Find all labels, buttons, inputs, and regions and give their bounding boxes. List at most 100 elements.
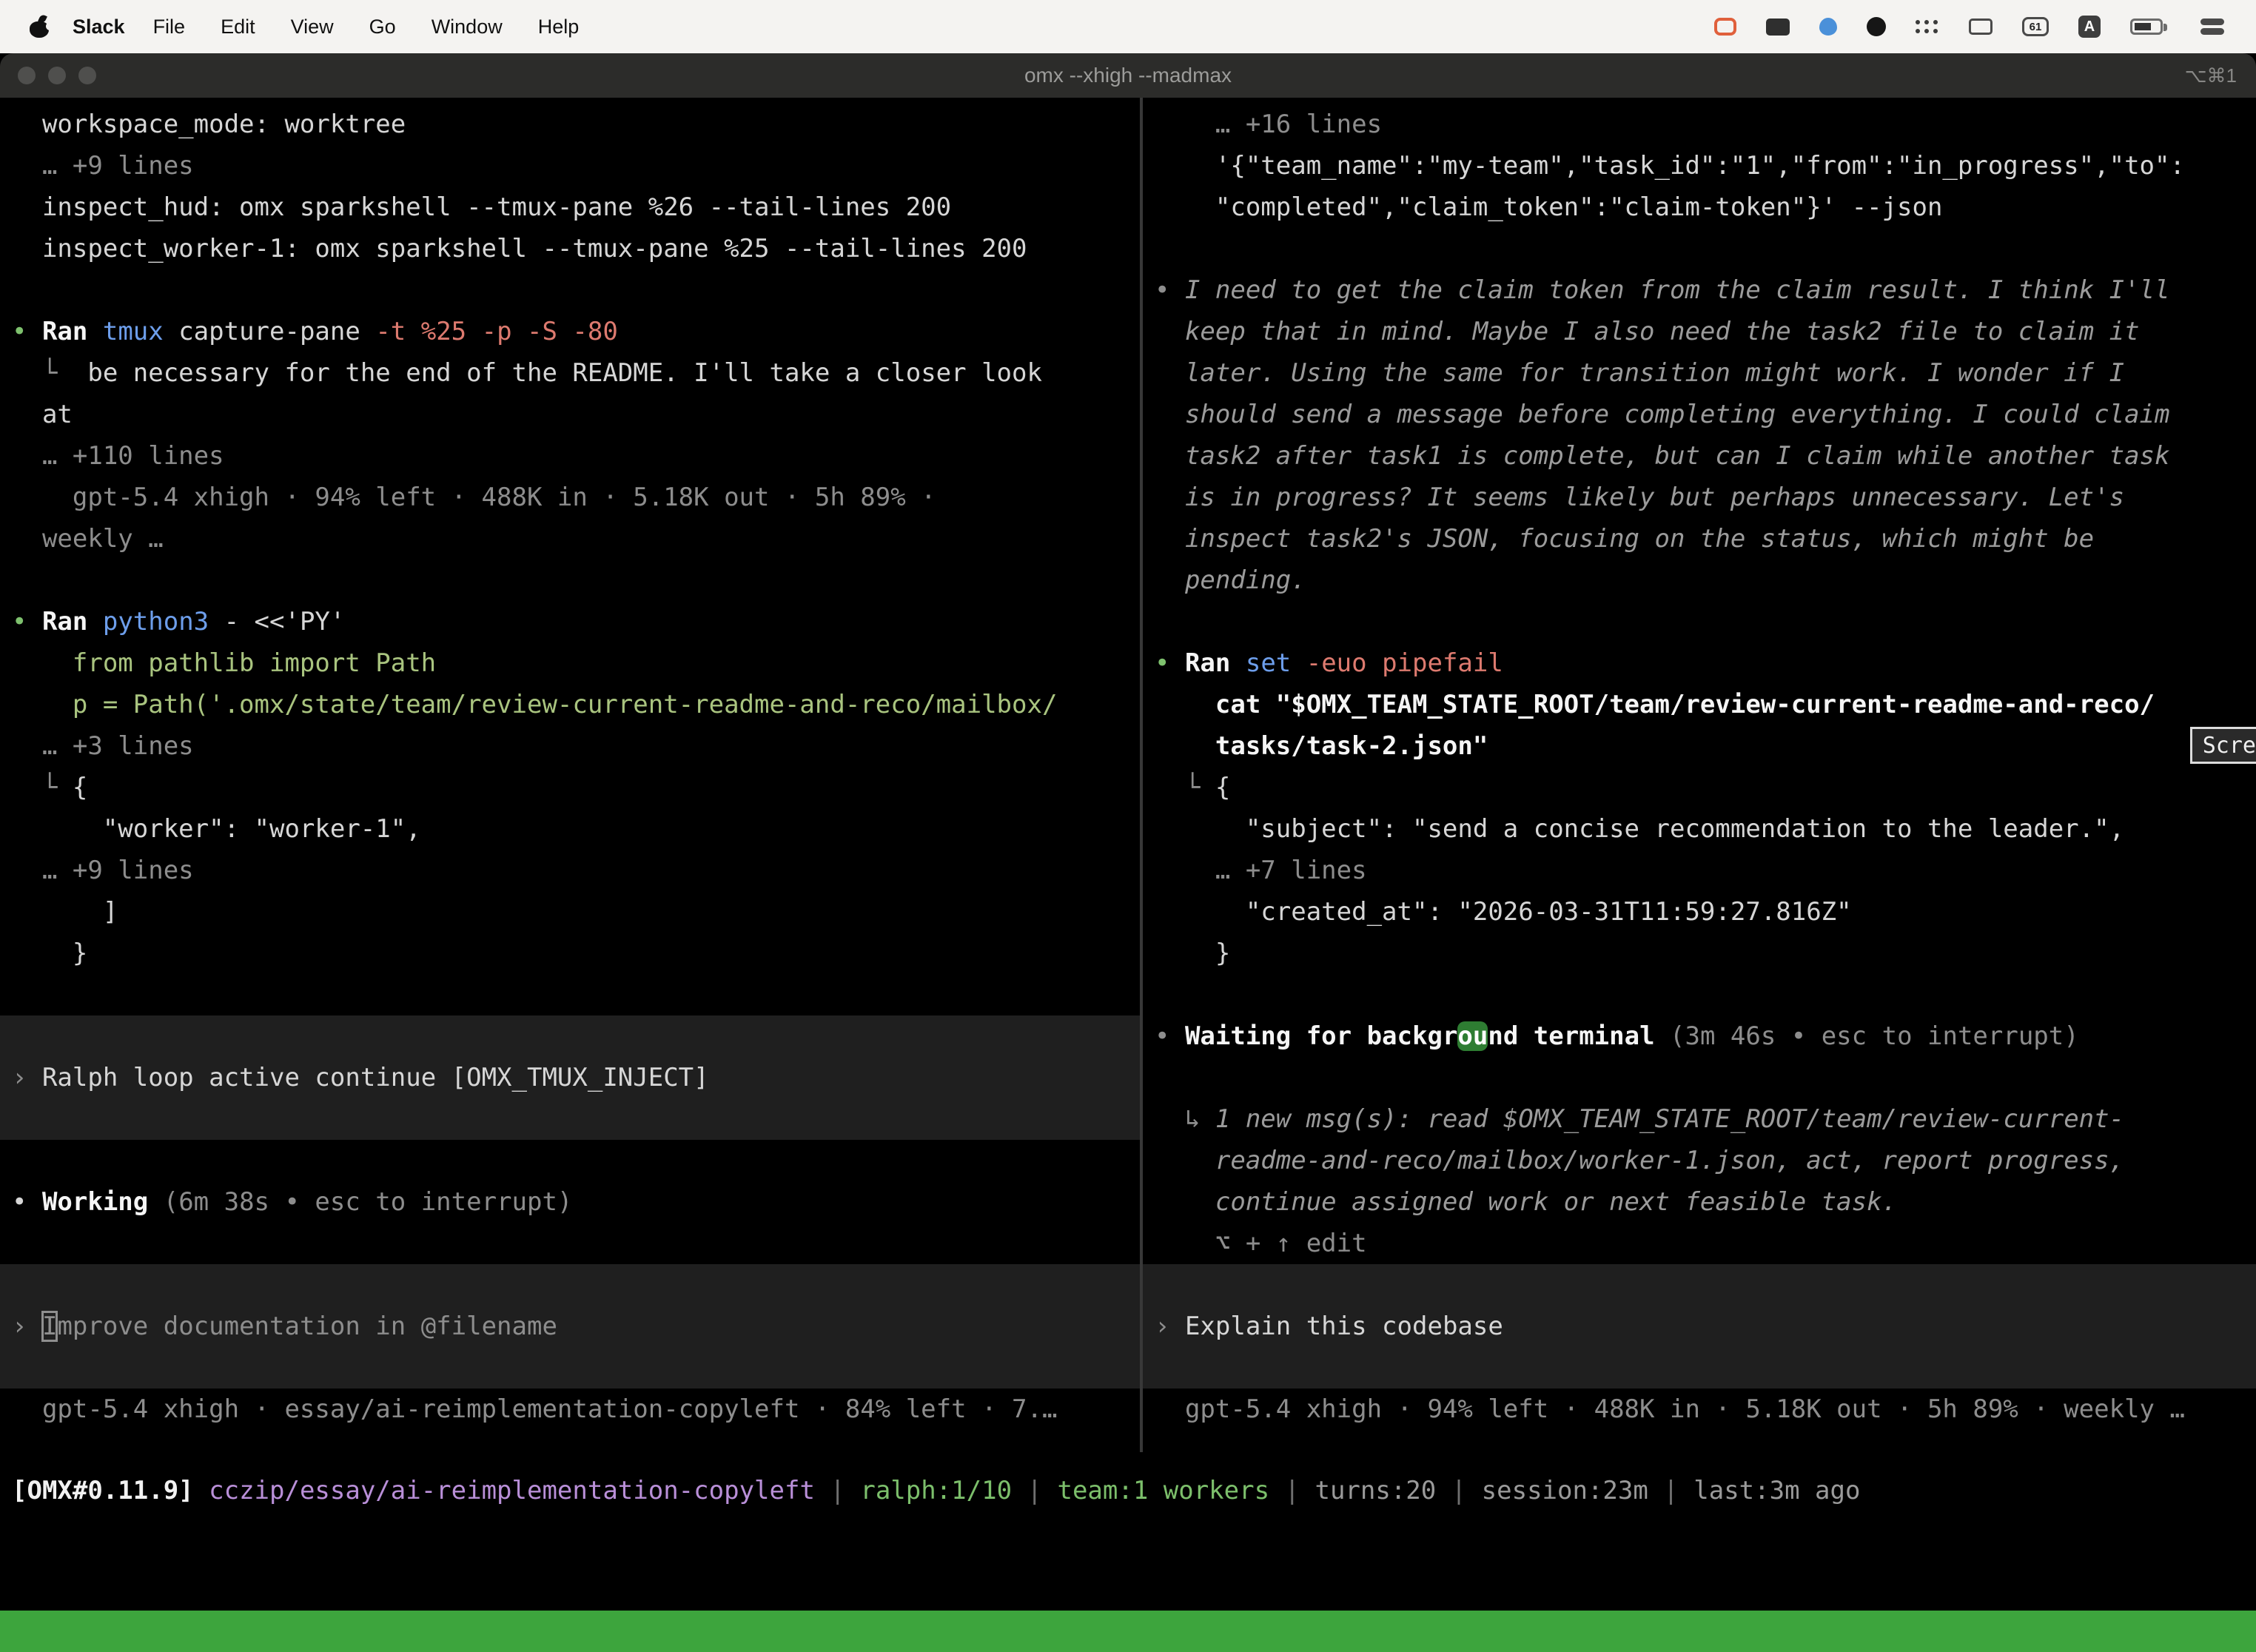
terminal-line: workspace_mode: worktree [0,104,1140,145]
text-run: workspace_mode: worktree [12,110,406,139]
prompt-input-line[interactable]: › Explain this codebase [1143,1306,2256,1347]
terminal-line [0,1223,1140,1264]
battery-icon[interactable] [2130,19,2163,35]
text-run: Explain this codebase [1185,1312,1503,1341]
text-run: Ralph loop active continue [OMX_TMUX_INJ… [42,1063,709,1092]
terminal-line: task2 after task1 is complete, but can I… [1143,435,2256,477]
tmux-status-bar: [omx-cczip0:bash* "MacBook-Pro-44.local"… [0,1611,2256,1652]
text-run: gpt-5.4 xhigh · essay/ai-reimplementatio… [12,1394,1057,1424]
window-title: omx --xhigh --madmax [0,53,2256,98]
tooltip: Scre [2190,727,2256,764]
text-run: | [815,1476,860,1505]
input-source-icon[interactable]: A [2078,16,2101,38]
text-run: └ [1155,773,1215,802]
terminal-line [0,269,1140,311]
text-run: '{"team_name":"my-team","task_id":"1","f… [1155,151,2185,181]
text-run: [OMX#0.11.9] [12,1476,194,1505]
keyboard-icon[interactable] [1969,19,1993,35]
text-run: (3m 46s • esc to interrupt) [1655,1021,2079,1051]
text-run: Working [42,1187,148,1217]
text-run: › [12,1063,42,1092]
menubar-status-icons: 61 A [1714,16,2237,38]
terminal-line [0,1098,1140,1140]
terminal-line: tasks/task-2.json" [1143,725,2256,767]
text-run: ou [1457,1021,1488,1051]
active-app-name[interactable]: Slack [73,16,125,38]
omx-status-line: [OMX#0.11.9] cczip/essay/ai-reimplementa… [0,1470,2256,1511]
text-run: └ [12,358,87,388]
circle-app-icon[interactable] [1867,17,1886,36]
text-run: capture-pane [164,317,376,346]
menu-item-help[interactable]: Help [538,16,580,38]
menu-bar: Slack File Edit View Go Window Help 61 A [0,0,2256,53]
text-run: continue assigned work or next feasible … [1155,1187,1897,1217]
text-run: python3 [103,607,209,637]
text-run: | [1648,1476,1693,1505]
terminal-line: inspect_hud: omx sparkshell --tmux-pane … [0,187,1140,228]
text-run: -t %25 -p -S -80 [375,317,618,346]
text-run: Waiting for backgr [1185,1021,1457,1051]
menu-item-go[interactable]: Go [369,16,396,38]
terminal-line [0,1347,1140,1389]
terminal-line [1143,1057,2256,1098]
menu-item-edit[interactable]: Edit [221,16,255,38]
prompt-input-line[interactable]: › Improve documentation in @filename [0,1306,1140,1347]
dots-grid-icon[interactable] [1916,19,1939,34]
text-run: ⌥ + ↑ edit [1155,1229,1367,1258]
battery-percentage-badge-icon[interactable]: 61 [2022,17,2049,36]
text-run: is in progress? It seems likely but perh… [1155,483,2124,512]
text-run: nd terminal [1488,1021,1654,1051]
text-run: at [12,400,73,429]
terminal-line: p = Path('.omx/state/team/review-current… [0,684,1140,725]
terminal-line [0,1264,1140,1306]
text-run: session:23m [1482,1476,1648,1505]
prompt-input-line[interactable]: › Ralph loop active continue [OMX_TMUX_I… [0,1057,1140,1098]
text-run: "worker": "worker-1", [12,814,421,844]
text-run: • [1155,1021,1185,1051]
text-run: Ran [42,317,103,346]
terminal-line: └ be necessary for the end of the README… [0,352,1140,394]
terminal-line: readme-and-reco/mailbox/worker-1.json, a… [1143,1140,2256,1181]
text-run: (6m 38s • esc to interrupt) [148,1187,572,1217]
text-run: cczip/essay/ai-reimplementation-copyleft [209,1476,815,1505]
terminal-line: • Ran set -euo pipefail [1143,642,2256,684]
text-run: • [12,1187,42,1217]
text-run: Ran [1185,648,1246,678]
terminal-line: ↳ 1 new msg(s): read $OMX_TEAM_STATE_ROO… [1143,1098,2256,1140]
terminal-line: └ { [1143,767,2256,808]
text-run: team:1 workers [1057,1476,1269,1505]
text-run: readme-and-reco/mailbox/worker-1.json, a… [1155,1146,2124,1175]
menu-item-view[interactable]: View [291,16,334,38]
text-run: task2 after task1 is complete, but can I… [1155,441,2169,471]
text-run: pending. [1155,565,1306,595]
terminal-line: • I need to get the claim token from the… [1143,269,2256,311]
terminal-line: … +16 lines [1143,104,2256,145]
terminal-line: "worker": "worker-1", [0,808,1140,850]
left-pane: workspace_mode: worktree … +9 lines insp… [0,104,1140,1430]
text-run: gpt-5.4 xhigh · 94% left · 488K in · 5.1… [12,483,936,512]
apple-menu-icon[interactable] [30,16,50,38]
menu-item-window[interactable]: Window [432,16,503,38]
text-run: • [12,607,42,637]
terminal-line [1143,1264,2256,1306]
terminal-line: • Waiting for background terminal (3m 46… [1143,1015,2256,1057]
text-run: should send a message before completing … [1155,400,2169,429]
text-run: set [1246,648,1291,678]
text-run: last:3m ago [1693,1476,1860,1505]
terminal-line: is in progress? It seems likely but perh… [1143,477,2256,518]
text-run: gpt-5.4 xhigh · 94% left · 488K in · 5.1… [1155,1394,2185,1424]
text-run: … +110 lines [12,441,224,471]
terminal-line: └ { [0,767,1140,808]
grid-icon[interactable] [1766,19,1790,36]
window-title-bar[interactable]: omx --xhigh --madmax ⌥⌘1 [0,53,2256,98]
terminal-line [0,974,1140,1015]
drop-icon[interactable] [1819,18,1837,36]
terminal-line: • Ran python3 - <<'PY' [0,601,1140,642]
terminal-line: should send a message before completing … [1143,394,2256,435]
control-center-icon[interactable] [2198,17,2226,36]
terminal-line: "created_at": "2026-03-31T11:59:27.816Z" [1143,891,2256,933]
menu-item-file[interactable]: File [153,16,186,38]
text-run: -euo pipefail [1291,648,1503,678]
text-run: { [1215,773,1230,802]
screen-recording-icon[interactable] [1714,18,1736,36]
